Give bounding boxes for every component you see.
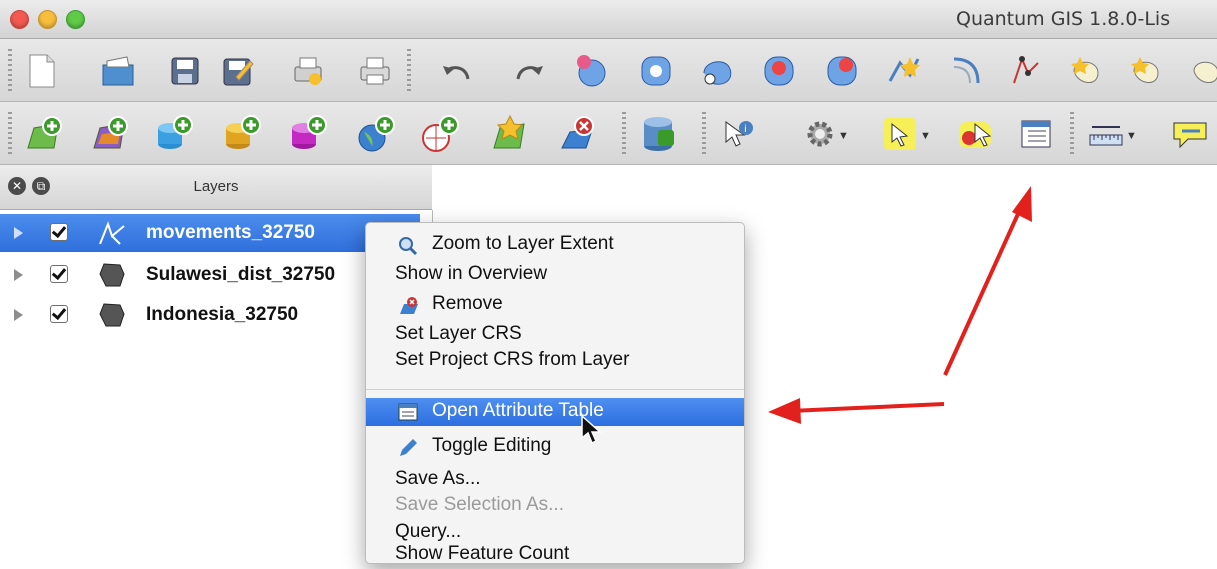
save-project-icon[interactable] <box>165 51 205 91</box>
chevron-down-icon[interactable]: ▼ <box>838 130 849 142</box>
zoom-icon <box>398 236 418 256</box>
expand-arrow-icon[interactable] <box>14 309 23 321</box>
toolbar-grip[interactable] <box>8 112 12 156</box>
menu-item-set-project-crs[interactable]: Set Project CRS from Layer <box>366 347 744 375</box>
add-vector-layer-icon[interactable] <box>24 114 64 154</box>
open-db-manager-icon[interactable] <box>640 114 680 154</box>
expand-arrow-icon[interactable] <box>14 269 23 281</box>
fill-ring-icon[interactable] <box>1126 51 1166 91</box>
measure-icon[interactable] <box>1086 114 1126 154</box>
menu-item-save-as[interactable]: Save As... <box>366 466 744 494</box>
layer-visibility-checkbox[interactable] <box>50 223 68 241</box>
expand-arrow-icon[interactable] <box>14 227 23 239</box>
minimize-window-button[interactable] <box>38 10 57 29</box>
layer-row-indonesia[interactable]: Indonesia_32750 <box>0 296 420 334</box>
select-features-icon[interactable] <box>880 114 920 154</box>
add-mssql-layer-icon[interactable] <box>288 114 328 154</box>
delete-selected-icon[interactable] <box>759 51 799 91</box>
delete-ring-icon[interactable] <box>1186 51 1217 91</box>
deselect-features-icon[interactable] <box>955 114 995 154</box>
menu-separator <box>366 389 744 390</box>
add-part-icon[interactable] <box>1066 51 1106 91</box>
redo-icon[interactable] <box>510 51 550 91</box>
chevron-down-icon[interactable]: ▼ <box>920 130 931 142</box>
attribute-table-icon[interactable] <box>1016 114 1056 154</box>
add-wfs-layer-icon[interactable] <box>420 114 460 154</box>
add-postgis-layer-icon[interactable] <box>154 114 194 154</box>
menu-item-show-feature-count[interactable]: Show Feature Count <box>366 541 744 569</box>
layers-panel-header: ✕ ⧉ Layers <box>0 165 432 210</box>
print-icon[interactable] <box>355 51 395 91</box>
add-spatialite-layer-icon[interactable] <box>222 114 262 154</box>
annotation-icon[interactable] <box>1170 114 1210 154</box>
layer-name: Indonesia_32750 <box>146 304 299 325</box>
add-feature-icon[interactable] <box>572 51 612 91</box>
remove-layer-icon[interactable] <box>558 114 598 154</box>
gear-dropdown-icon[interactable] <box>800 114 840 154</box>
menu-item-toggle-editing[interactable]: Toggle Editing <box>366 433 744 461</box>
svg-text:i: i <box>744 124 747 135</box>
save-as-icon[interactable] <box>218 51 258 91</box>
layer-context-menu: Zoom to Layer Extent Show in Overview Re… <box>365 222 745 564</box>
node-tool-icon[interactable] <box>696 51 736 91</box>
toolbar-grip[interactable] <box>407 49 411 93</box>
toolbar-grip[interactable] <box>622 112 626 156</box>
identify-features-icon[interactable]: i <box>718 114 758 154</box>
chevron-down-icon[interactable]: ▼ <box>1126 130 1137 142</box>
layer-name: movements_32750 <box>146 222 315 243</box>
layers-toolbar: i ▼ ▼ ▼ <box>0 102 1217 165</box>
toolbar-grip[interactable] <box>8 49 12 93</box>
simplify-icon[interactable] <box>946 51 986 91</box>
layer-visibility-checkbox[interactable] <box>50 265 68 283</box>
menu-item-set-layer-crs[interactable]: Set Layer CRS <box>366 321 744 349</box>
layer-row-sulawesi[interactable]: Sulawesi_dist_32750 <box>0 256 420 294</box>
zoom-window-button[interactable] <box>66 10 85 29</box>
table-icon <box>398 403 418 423</box>
layer-name: Sulawesi_dist_32750 <box>146 264 336 285</box>
move-feature-icon[interactable] <box>636 51 676 91</box>
capture-point-icon[interactable] <box>884 51 924 91</box>
undo-icon[interactable] <box>436 51 476 91</box>
file-edit-toolbar <box>0 39 1217 102</box>
menu-item-save-selection-as: Save Selection As... <box>395 494 564 515</box>
toolbar-grip[interactable] <box>1070 112 1074 156</box>
close-window-button[interactable] <box>10 10 29 29</box>
pencil-icon <box>398 438 418 458</box>
cut-features-icon[interactable] <box>822 51 862 91</box>
polygon-layer-icon <box>98 262 126 288</box>
layer-row-movements[interactable]: movements_32750 <box>0 214 420 252</box>
window-titlebar: Quantum GIS 1.8.0-Lis <box>0 0 1217 39</box>
mouse-cursor-icon <box>581 414 602 445</box>
menu-item-open-attribute-table[interactable]: Open Attribute Table <box>366 398 744 426</box>
layer-visibility-checkbox[interactable] <box>50 305 68 323</box>
line-layer-icon <box>98 220 126 246</box>
menu-item-remove[interactable]: Remove <box>366 291 744 319</box>
new-shapefile-icon[interactable] <box>490 114 530 154</box>
menu-item-show-in-overview[interactable]: Show in Overview <box>366 261 744 289</box>
polygon-layer-icon <box>98 302 126 328</box>
add-ring-icon[interactable] <box>1006 51 1046 91</box>
new-project-icon[interactable] <box>22 51 62 91</box>
toolbar-grip[interactable] <box>702 112 706 156</box>
add-wms-layer-icon[interactable] <box>356 114 396 154</box>
print-composer-icon[interactable] <box>288 51 328 91</box>
menu-item-zoom-to-layer-extent[interactable]: Zoom to Layer Extent <box>366 231 744 259</box>
window-title: Quantum GIS 1.8.0-Lis <box>956 8 1171 30</box>
open-project-icon[interactable] <box>98 51 138 91</box>
layers-panel-title: Layers <box>193 178 239 195</box>
add-raster-layer-icon[interactable] <box>90 114 130 154</box>
remove-icon <box>398 296 418 316</box>
